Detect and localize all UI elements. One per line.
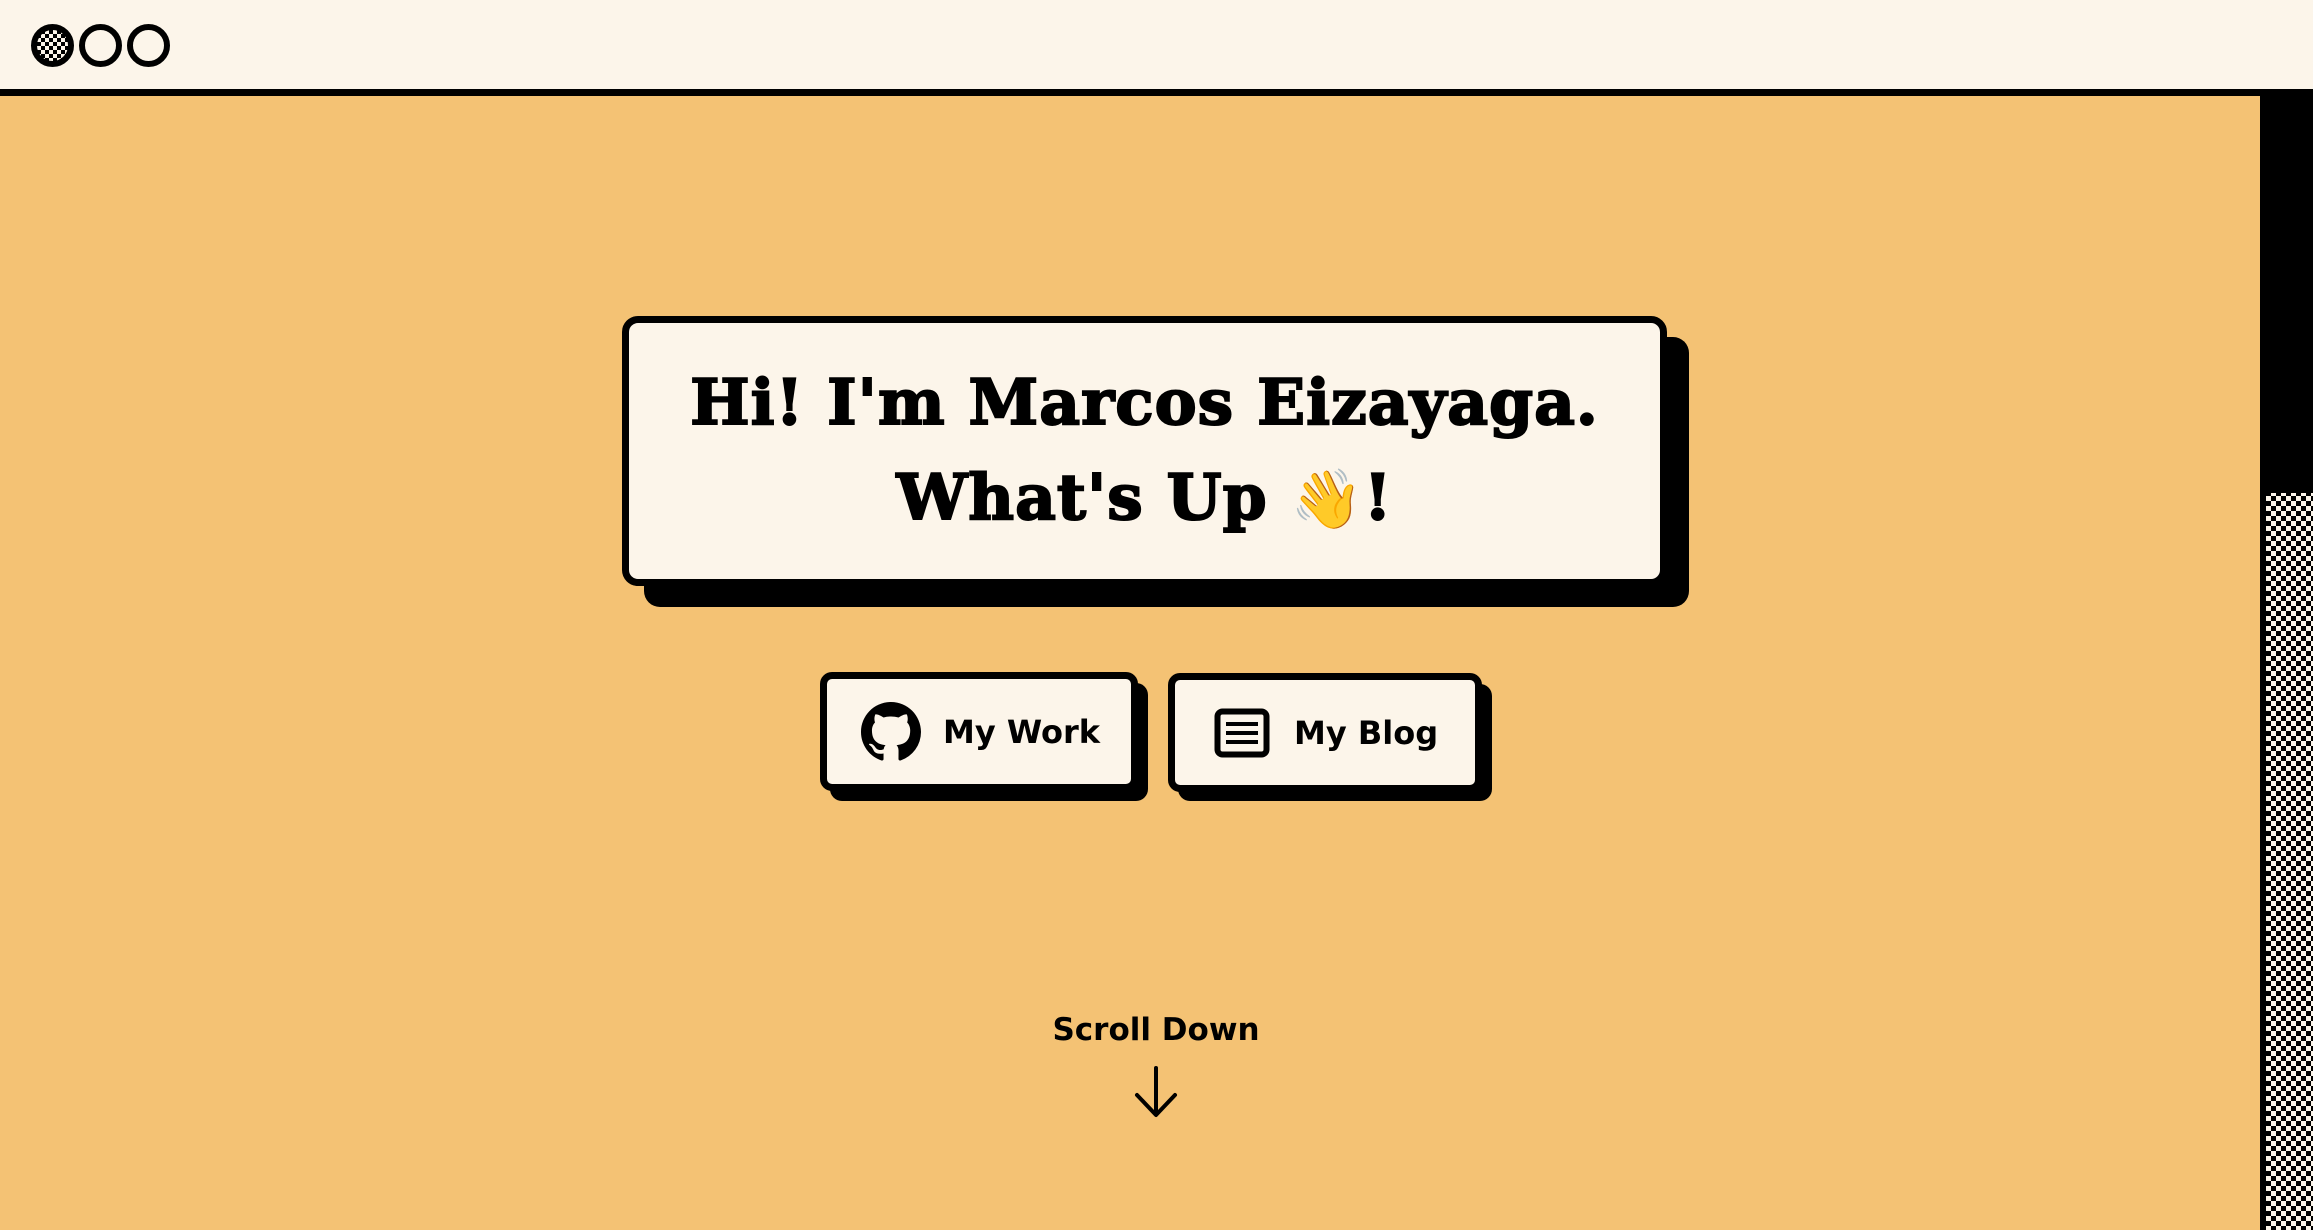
waving-hand-icon: 👋 [1290,465,1364,533]
my-work-label: My Work [943,712,1101,751]
window-title-bar [0,0,2313,96]
page: { "window": { "controls": ["close-icon",… [0,0,2313,1230]
scrollbar[interactable] [2260,96,2313,1230]
minimize-icon[interactable] [79,24,122,67]
github-icon [861,701,921,762]
hero-title-line-2: What's Up 👋! [896,450,1393,547]
hero-title-line-1: Hi! I'm Marcos Eizayaga. [689,364,1599,440]
arrow-down-icon[interactable] [1134,1066,1178,1118]
my-blog-label: My Blog [1294,713,1439,752]
scroll-down-label[interactable]: Scroll Down [956,1012,1356,1048]
hero-exclamation: ! [1363,459,1393,535]
document-icon [1214,708,1270,758]
hero-greeting: What's Up [896,459,1291,535]
my-blog-button[interactable]: My Blog [1168,673,1482,792]
hero-card: Hi! I'm Marcos Eizayaga. What's Up 👋! [622,316,1667,586]
maximize-icon[interactable] [127,24,170,67]
my-work-button[interactable]: My Work [820,672,1138,791]
scrollbar-thumb[interactable] [2266,96,2313,493]
close-icon[interactable] [31,24,74,67]
